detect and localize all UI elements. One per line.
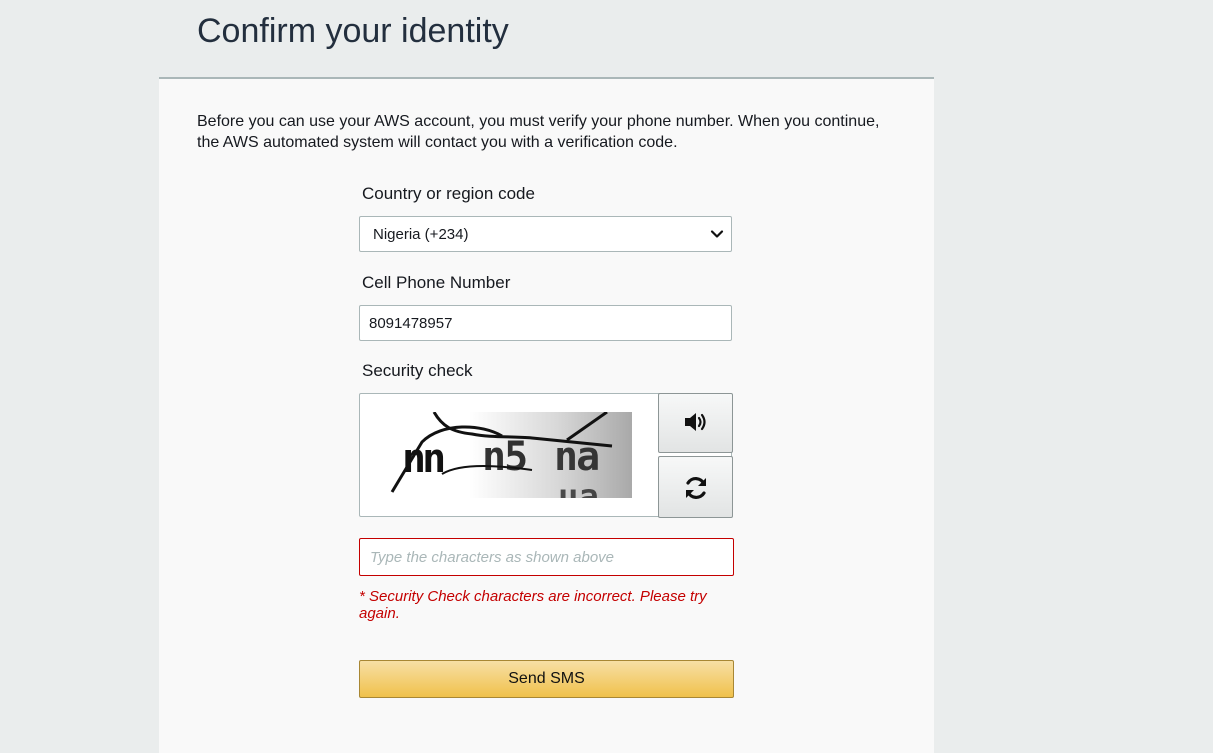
- phone-number-input[interactable]: 8091478957: [359, 305, 732, 341]
- captcha-error-message: * Security Check characters are incorrec…: [359, 588, 707, 622]
- captcha-input[interactable]: [359, 538, 734, 576]
- phone-label: Cell Phone Number: [362, 273, 511, 292]
- phone-number-value: 8091478957: [369, 315, 453, 332]
- page-header: Confirm your identity: [159, 0, 934, 79]
- intro-text: Before you can use your AWS account, you…: [197, 113, 880, 151]
- verification-panel: Before you can use your AWS account, you…: [159, 79, 934, 753]
- security-check-label: Security check: [362, 361, 473, 380]
- chevron-down-icon: [710, 230, 724, 238]
- captcha-glyphs: nn: [402, 436, 443, 482]
- audio-captcha-button[interactable]: [658, 393, 733, 453]
- svg-text:n5: n5: [482, 434, 526, 480]
- refresh-icon: [686, 477, 706, 499]
- page-title: Confirm your identity: [197, 12, 509, 50]
- captcha-image: nn n5 na ua: [382, 412, 632, 498]
- country-label: Country or region code: [362, 184, 535, 203]
- svg-text:ua: ua: [558, 477, 599, 498]
- refresh-captcha-button[interactable]: [658, 456, 733, 518]
- speaker-icon: [685, 413, 706, 431]
- captcha-box: nn n5 na ua: [359, 393, 733, 518]
- svg-text:na: na: [554, 434, 598, 480]
- country-select-value: Nigeria (+234): [373, 226, 469, 243]
- send-sms-button[interactable]: Send SMS: [359, 660, 734, 698]
- country-select[interactable]: Nigeria (+234): [359, 216, 732, 252]
